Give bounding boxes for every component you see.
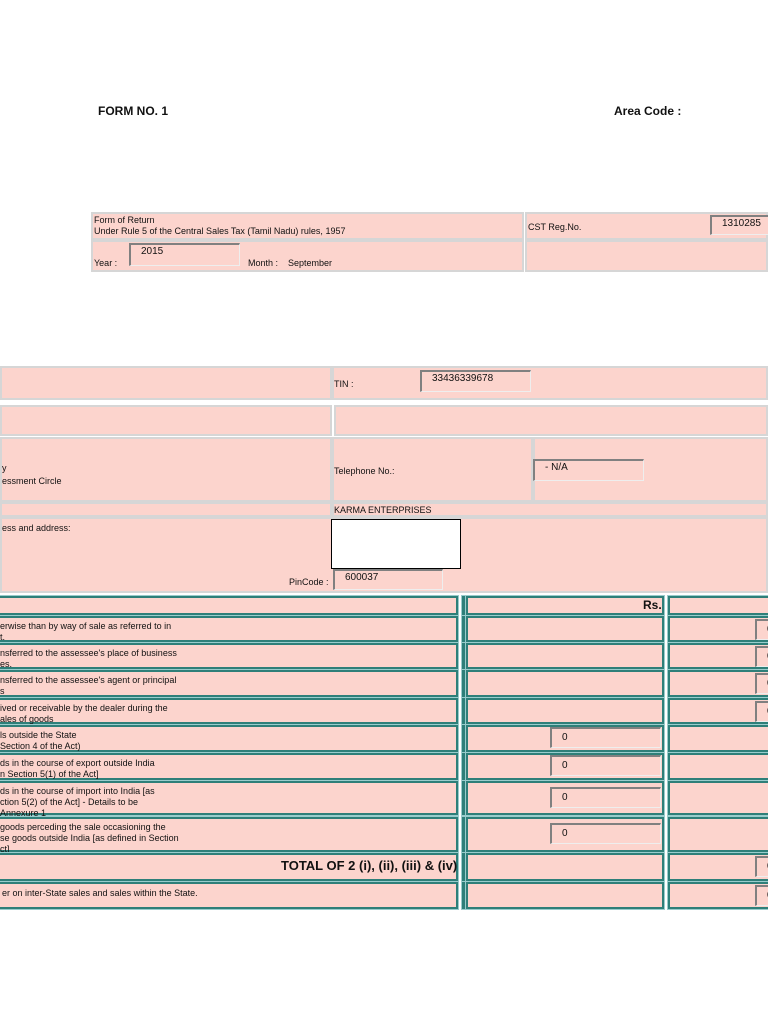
right-amount-input[interactable]: 0 <box>755 701 768 722</box>
turnover-cell <box>667 724 768 753</box>
address-textarea[interactable] <box>331 519 461 569</box>
turnover-cell: nsferred to the assessee's place of busi… <box>0 642 459 670</box>
telephone-input[interactable]: - N/A <box>533 459 644 481</box>
dealer-name: KARMA ENTERPRISES <box>334 505 432 515</box>
turnover-cell <box>0 595 459 616</box>
dealer-cell <box>0 366 332 400</box>
pincode-input[interactable]: 600037 <box>333 569 443 590</box>
turnover-cell <box>465 669 665 698</box>
right-amount-input[interactable]: 0 <box>755 673 768 694</box>
row-label: Section 4 of the Act) <box>0 741 81 751</box>
row-label: ales of goods <box>0 714 54 724</box>
mid-amount-input[interactable]: 0 <box>550 755 661 776</box>
row-label: ls outside the State <box>0 730 77 740</box>
mid-amount-input[interactable]: 0 <box>550 787 661 808</box>
name-label-cell <box>0 502 332 517</box>
turnover-cell <box>667 595 768 616</box>
row-label: erwise than by way of sale as referred t… <box>0 621 172 631</box>
turnover-cell <box>667 852 768 882</box>
area-code-label: Area Code : <box>614 104 682 118</box>
rs-label: Rs. <box>643 598 662 612</box>
last-row-label: er on inter-State sales and sales within… <box>2 888 198 898</box>
name-cell: KARMA ENTERPRISES <box>332 502 768 517</box>
row-label: ds in the course of export outside India <box>0 758 155 768</box>
turnover-cell <box>667 816 768 853</box>
form-subtitle: Under Rule 5 of the Central Sales Tax (T… <box>94 226 346 236</box>
turnover-cell <box>465 615 665 643</box>
total-label: TOTAL OF 2 (i), (ii), (iii) & (iv) <box>281 858 458 873</box>
right-amount-input[interactable]: 0 <box>755 619 768 640</box>
turnover-cell <box>465 697 665 725</box>
form-number: FORM NO. 1 <box>98 104 169 118</box>
year-input[interactable]: 2015 <box>129 243 240 266</box>
tin-cell: TIN : <box>332 366 768 400</box>
circle-line2: essment Circle <box>2 476 62 486</box>
row-label: ds in the course of import into India [a… <box>0 786 155 796</box>
turnover-cell <box>667 881 768 910</box>
month-label: Month : <box>248 258 279 268</box>
turnover-cell <box>667 697 768 725</box>
telephone-label: Telephone No.: <box>334 466 395 476</box>
circle-line1: y <box>2 463 7 473</box>
empty-cell <box>525 240 768 272</box>
telephone-cell: Telephone No.: <box>332 437 533 502</box>
turnover-cell: ived or receivable by the dealer during … <box>0 697 459 725</box>
dealer-cell-3 <box>334 405 768 436</box>
turnover-cell <box>667 669 768 698</box>
form-title: Form of Return <box>94 215 155 225</box>
turnover-cell <box>465 595 665 616</box>
row-label: ived or receivable by the dealer during … <box>0 703 168 713</box>
turnover-cell: nsferred to the assessee's agent or prin… <box>0 669 459 698</box>
tin-input[interactable]: 33436339678 <box>420 370 531 392</box>
turnover-cell <box>465 642 665 670</box>
turnover-cell <box>465 881 665 910</box>
right-amount-input[interactable]: 0 <box>755 646 768 667</box>
turnover-cell <box>667 615 768 643</box>
turnover-cell: ds in the course of import into India [a… <box>0 780 459 818</box>
turnover-cell: goods perceding the sale occasioning the… <box>0 816 459 854</box>
row-label: se goods outside India [as defined in Se… <box>0 833 179 843</box>
dealer-cell-2 <box>0 405 332 436</box>
turnover-cell: ls outside the State Section 4 of the Ac… <box>0 724 459 753</box>
month-value: September <box>288 258 333 268</box>
last-amount-input[interactable]: 0 <box>755 885 768 906</box>
total-amount-input[interactable]: 0 <box>755 856 768 877</box>
tin-label: TIN : <box>334 379 354 389</box>
turnover-cell <box>465 852 665 882</box>
turnover-cell: erwise than by way of sale as referred t… <box>0 615 459 643</box>
row-label: es. <box>0 659 13 669</box>
mid-amount-input[interactable]: 0 <box>550 823 661 844</box>
circle-cell: y essment Circle <box>0 437 332 502</box>
turnover-cell: ds in the course of export outside India… <box>0 752 459 781</box>
cst-label: CST Reg.No. <box>528 222 582 232</box>
turnover-cell <box>667 752 768 781</box>
mid-amount-input[interactable]: 0 <box>550 727 661 748</box>
row-label: t. <box>0 632 6 642</box>
turnover-cell <box>667 642 768 670</box>
row-label: s <box>0 686 5 696</box>
row-label: nsferred to the assessee's agent or prin… <box>0 675 177 685</box>
row-label: nsferred to the assessee's place of busi… <box>0 648 177 658</box>
row-label: n Section 5(1) of the Act] <box>0 769 99 779</box>
return-title-cell: Form of Return Under Rule 5 of the Centra… <box>91 212 524 240</box>
year-label: Year : <box>94 258 118 268</box>
address-label: ess and address: <box>2 523 71 533</box>
turnover-cell <box>667 780 768 816</box>
pincode-label: PinCode : <box>289 577 329 587</box>
row-label: goods perceding the sale occasioning the <box>0 822 166 832</box>
row-label: ction 5(2) of the Act] - Details to be <box>0 797 139 807</box>
cst-reg-input[interactable]: 1310285 <box>710 215 768 235</box>
